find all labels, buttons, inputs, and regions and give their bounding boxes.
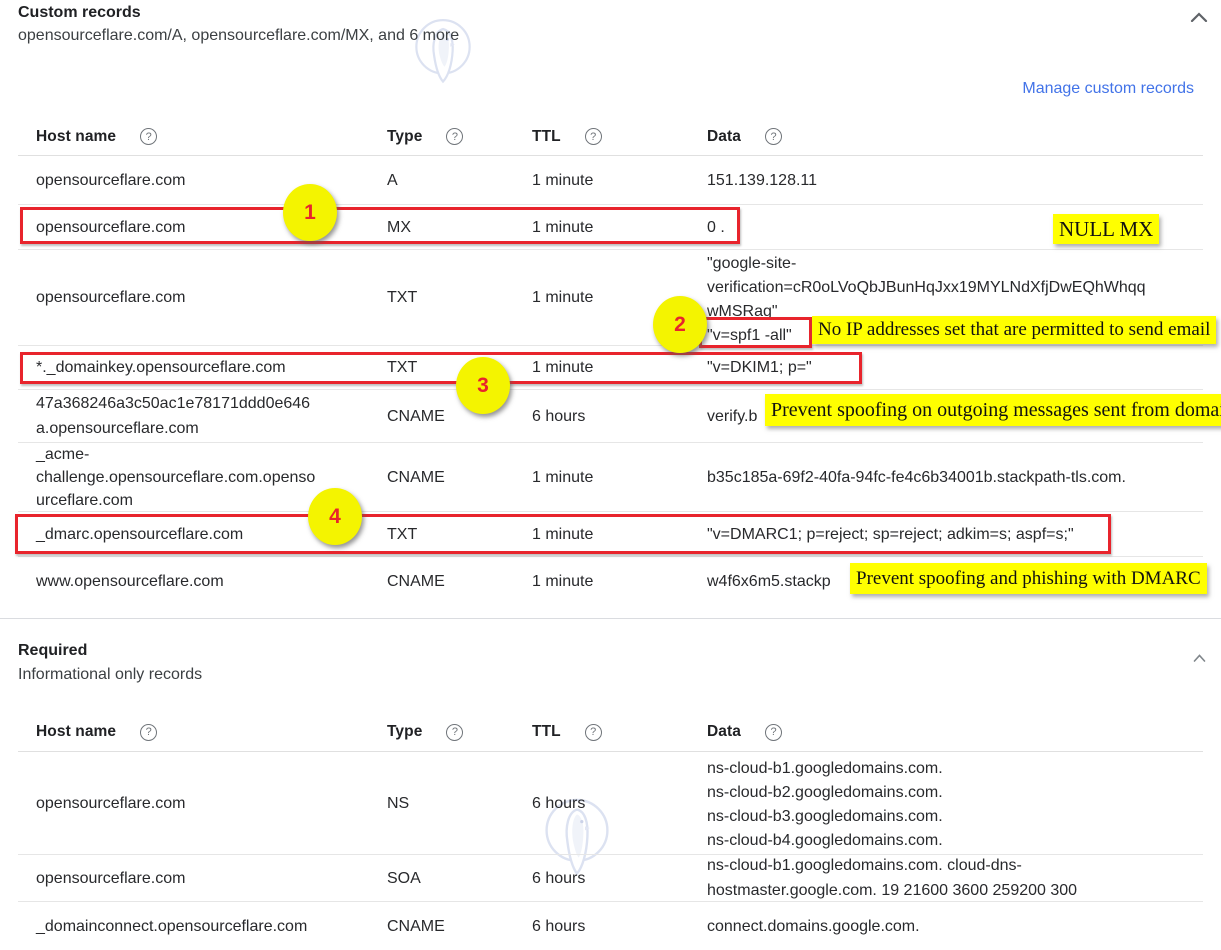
column-header-host-name: Host name ? [36, 118, 157, 155]
host-name: challenge.opensourceflare.com.openso [36, 466, 366, 489]
table-row: opensourceflare.com A 1 minute 151.139.1… [18, 156, 1203, 205]
record-ttl: 1 minute [532, 465, 682, 490]
host-name: 47a368246a3c50ac1e78171ddd0e646 [36, 391, 366, 416]
help-icon[interactable]: ? [765, 724, 782, 741]
annotation-label-spf: No IP addresses set that are permitted t… [812, 316, 1216, 344]
record-data: ns-cloud-b2.googledomains.com. [707, 781, 1221, 805]
record-type: SOA [387, 866, 507, 891]
annotation-label-dmarc: Prevent spoofing and phishing with DMARC [850, 563, 1207, 594]
host-name: opensourceflare.com [36, 866, 366, 891]
help-icon[interactable]: ? [140, 128, 157, 145]
chevron-up-icon[interactable] [1190, 12, 1208, 22]
help-icon[interactable]: ? [140, 724, 157, 741]
annotation-box-spf [699, 317, 812, 348]
annotation-box-dmarc [15, 514, 1111, 554]
table-header: Host name ? Type ? TTL ? Data ? [18, 713, 1203, 752]
record-type: NS [387, 791, 507, 816]
record-data: verification=cR0oLVoQbJBunHqJxx19MYLNdXf… [707, 276, 1221, 300]
record-type: A [387, 168, 507, 193]
record-ttl: 6 hours [532, 404, 682, 429]
section-subtitle-required: Informational only records [18, 666, 202, 684]
record-type: TXT [387, 285, 507, 310]
record-ttl: 6 hours [532, 914, 682, 939]
table-row: opensourceflare.com SOA 6 hours ns-cloud… [18, 855, 1203, 902]
record-data: ns-cloud-b1.googledomains.com. cloud-dns… [707, 853, 1221, 878]
chevron-up-icon[interactable] [1193, 654, 1206, 662]
host-name: _acme- [36, 443, 366, 466]
annotation-callout-2: 2 [653, 296, 707, 353]
section-divider [0, 618, 1221, 619]
column-header-data: Data ? [707, 713, 782, 751]
table-row: _acme- challenge.opensourceflare.com.ope… [18, 443, 1203, 512]
record-type: CNAME [387, 465, 507, 490]
annotation-box-null-mx [20, 207, 740, 244]
annotation-label-null-mx: NULL MX [1053, 214, 1159, 244]
section-title-required: Required [18, 642, 87, 660]
annotation-callout-3: 3 [456, 357, 510, 414]
record-data: connect.domains.google.com. [707, 914, 1221, 939]
record-ttl: 6 hours [532, 866, 682, 891]
column-header-type: Type ? [387, 713, 463, 751]
column-header-ttl: TTL ? [532, 118, 602, 155]
annotation-label-dkim: Prevent spoofing on outgoing messages se… [765, 394, 1221, 426]
help-icon[interactable]: ? [446, 724, 463, 741]
dns-records-page: Custom records opensourceflare.com/A, op… [0, 0, 1221, 950]
record-data: ns-cloud-b1.googledomains.com. [707, 757, 1221, 781]
annotation-callout-4: 4 [308, 488, 362, 545]
help-icon[interactable]: ? [765, 128, 782, 145]
host-name: a.opensourceflare.com [36, 416, 366, 441]
table-row: opensourceflare.com NS 6 hours ns-cloud-… [18, 752, 1203, 855]
record-data: 151.139.128.11 [707, 168, 1221, 193]
penguin-watermark-icon [406, 8, 480, 90]
column-header-host-name: Host name ? [36, 713, 157, 751]
column-header-ttl: TTL ? [532, 713, 602, 751]
record-type: CNAME [387, 569, 507, 594]
help-icon[interactable]: ? [585, 724, 602, 741]
record-data: "google-site- [707, 252, 1221, 276]
help-icon[interactable]: ? [585, 128, 602, 145]
table-header: Host name ? Type ? TTL ? Data ? [18, 118, 1203, 156]
manage-custom-records-link[interactable]: Manage custom records [1022, 80, 1194, 98]
record-ttl: 6 hours [532, 791, 682, 816]
record-data: ns-cloud-b3.googledomains.com. [707, 805, 1221, 829]
record-data: hostmaster.google.com. 19 21600 3600 259… [707, 878, 1221, 903]
host-name: www.opensourceflare.com [36, 569, 366, 594]
section-subtitle-custom-records: opensourceflare.com/A, opensourceflare.c… [18, 27, 459, 45]
table-row: _domainconnect.opensourceflare.com CNAME… [18, 902, 1203, 950]
section-title-custom-records: Custom records [18, 4, 141, 22]
host-name: opensourceflare.com [36, 791, 366, 816]
record-data: ns-cloud-b4.googledomains.com. [707, 829, 1221, 853]
help-icon[interactable]: ? [446, 128, 463, 145]
record-type: CNAME [387, 914, 507, 939]
record-ttl: 1 minute [532, 569, 682, 594]
host-name: opensourceflare.com [36, 285, 366, 310]
record-ttl: 1 minute [532, 168, 682, 193]
column-header-type: Type ? [387, 118, 463, 155]
host-name: _domainconnect.opensourceflare.com [36, 914, 366, 939]
column-header-data: Data ? [707, 118, 782, 155]
annotation-box-dkim [20, 352, 862, 384]
annotation-callout-1: 1 [283, 184, 337, 241]
record-data: b35c185a-69f2-40fa-94fc-fe4c6b34001b.sta… [707, 465, 1221, 490]
